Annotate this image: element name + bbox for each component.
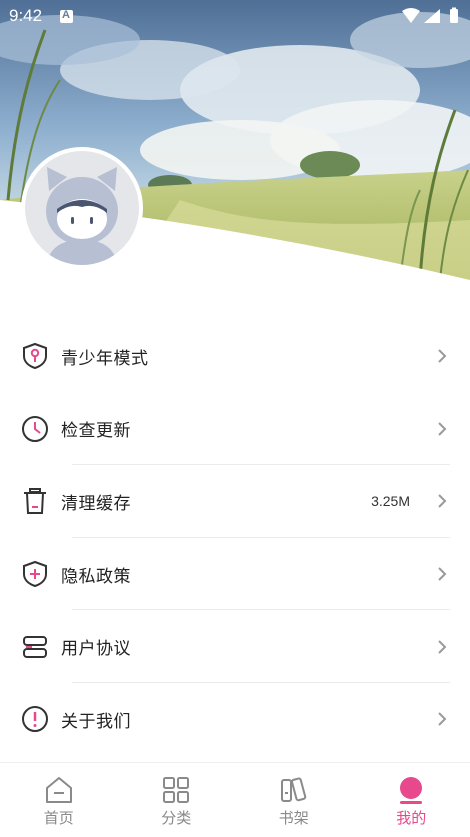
menu-item-about-us[interactable]: 关于我们 (0, 683, 470, 756)
status-bar: 9:42 (0, 0, 470, 32)
menu-item-label: 用户协议 (61, 639, 131, 660)
home-icon (45, 777, 72, 803)
info-exclamation-icon (22, 706, 48, 733)
chevron-right-icon (438, 349, 447, 364)
menu-item-check-update[interactable]: 检查更新 (0, 393, 470, 466)
menu-item-privacy-policy[interactable]: 隐私政策 (0, 538, 470, 611)
menu-item-label: 关于我们 (61, 711, 131, 732)
chevron-right-icon (438, 422, 447, 436)
chevron-right-icon (438, 567, 447, 581)
menu-item-label: 隐私政策 (61, 566, 131, 587)
clock-icon (22, 415, 48, 442)
agreement-icon (23, 635, 47, 658)
nav-tab-mine[interactable]: 我的 (353, 763, 470, 837)
chevron-right-icon (438, 639, 447, 654)
menu-item-label: 青少年模式 (61, 348, 149, 369)
shield-pin-icon (23, 343, 47, 370)
notification-a-icon (60, 9, 73, 23)
nav-label: 首页 (43, 809, 74, 827)
wifi-icon (402, 8, 420, 23)
nav-tab-bookshelf[interactable]: 书架 (235, 763, 353, 837)
chevron-right-icon (438, 712, 447, 726)
default-avatar-image (25, 151, 139, 265)
nav-label: 书架 (278, 809, 309, 827)
menu-item-label: 清理缓存 (61, 493, 131, 514)
settings-menu: 青少年模式 检查更新 清理缓存 3.25M 隐私政策 用户协议 关于我们 (0, 320, 470, 756)
grid-icon (163, 777, 190, 803)
profile-icon (400, 777, 423, 804)
chevron-right-icon (438, 494, 447, 509)
avatar[interactable] (21, 147, 143, 269)
nav-label: 我的 (396, 809, 427, 827)
status-time: 9:42 (9, 6, 43, 25)
menu-item-label: 检查更新 (61, 421, 131, 442)
battery-icon (450, 9, 458, 23)
menu-item-user-agreement[interactable]: 用户协议 (0, 610, 470, 683)
books-icon (280, 777, 306, 802)
bottom-nav: 首页 分类 书架 我的 (0, 762, 470, 837)
signal-icon (424, 9, 440, 23)
nav-label: 分类 (161, 809, 192, 827)
trash-icon (24, 488, 46, 515)
menu-item-youth-mode[interactable]: 青少年模式 (0, 320, 470, 393)
shield-plus-icon (23, 561, 47, 588)
nav-tab-category[interactable]: 分类 (118, 763, 236, 837)
nav-tab-home[interactable]: 首页 (0, 763, 118, 837)
menu-item-clear-cache[interactable]: 清理缓存 3.25M (0, 465, 470, 538)
cache-size-value: 3.25M (371, 493, 410, 510)
status-icons (402, 7, 458, 23)
